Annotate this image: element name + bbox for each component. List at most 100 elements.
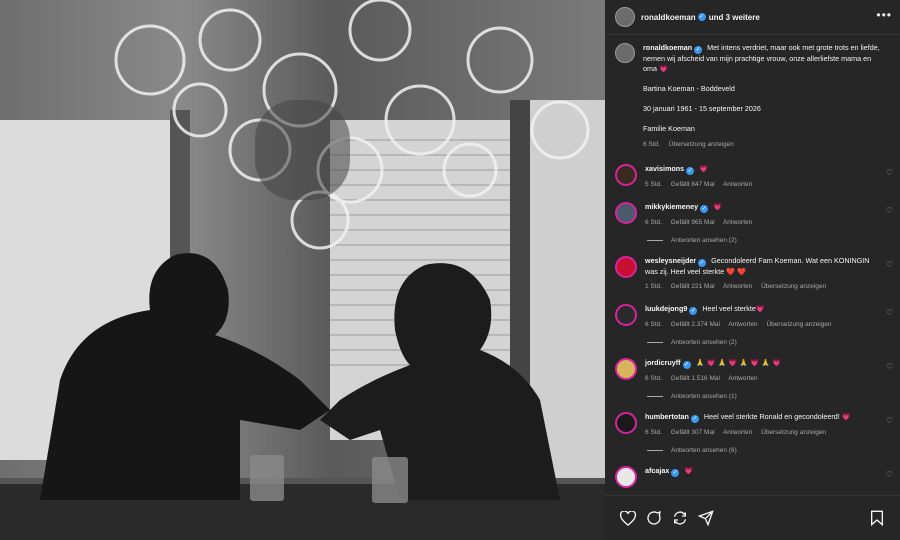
comment-likes[interactable]: Gefällt 847 Mal [671, 181, 715, 188]
comment-meta: 5 Std. Gefällt 847 Mal Antworten [645, 180, 875, 190]
comment-time: 1 Std. [645, 283, 662, 290]
verified-icon: ✓ [690, 415, 699, 423]
comment-likes[interactable]: Gefällt 221 Mal [671, 283, 715, 290]
comment-list: xavisimons ✓ 💗 5 Std. Gefällt 847 Mal Ant… [605, 164, 900, 488]
comment-text: 💗 [699, 164, 709, 173]
comment-time: 6 Std. [645, 375, 662, 382]
share-icon[interactable] [695, 507, 717, 529]
comment-item: wesleysneijder ✓ Gecondoleerd Fam Koeman.… [605, 256, 900, 292]
comment-translate-link[interactable]: Übersetzung anzeigen [761, 283, 826, 290]
like-comment-icon[interactable]: ♡ [886, 470, 893, 479]
caption-emoji: 💗 [658, 64, 668, 73]
commenter-username[interactable]: jordicruyff [645, 358, 681, 367]
view-replies-text[interactable]: Antworten ansehen (1) [671, 393, 737, 400]
commenter-username[interactable]: humbertotan [645, 412, 689, 421]
comment-meta: 6 Std. Gefällt 2.374 Mal Antworten Übers… [645, 320, 875, 330]
collab-text[interactable]: und 3 weitere [709, 13, 760, 22]
caption-time: 6 Std. [643, 141, 660, 148]
comment-icon[interactable] [643, 507, 665, 529]
view-replies-link[interactable]: Antworten ansehen (2) [647, 339, 900, 346]
caption-meta: 6 Std. Übersetzung anzeigen [643, 140, 883, 150]
commenter-username[interactable]: xavisimons [645, 164, 684, 173]
caption-family: Familie Koeman [643, 124, 695, 133]
comment-row: wesleysneijder ✓ Gecondoleerd Fam Koeman.… [605, 256, 900, 292]
commenter-avatar[interactable] [615, 304, 637, 326]
photo-illustration [0, 0, 605, 540]
comment-time: 6 Std. [645, 321, 662, 328]
caption-dates: 30 januari 1961 - 15 september 2026 [643, 104, 761, 113]
comment-text: 🙏 💗 🙏 💗 🙏 💗 🙏 💗 [695, 358, 782, 367]
like-comment-icon[interactable]: ♡ [886, 168, 893, 177]
caption-translate-link[interactable]: Übersetzung anzeigen [669, 141, 734, 148]
more-options-icon[interactable]: ••• [876, 8, 892, 22]
view-replies-text[interactable]: Antworten ansehen (6) [671, 447, 737, 454]
verified-icon: ✓ [694, 46, 703, 54]
comment-row: jordicruyff ✓ 🙏 💗 🙏 💗 🙏 💗 🙏 💗 6 Std. Gefä… [605, 358, 900, 384]
verified-icon: ✓ [698, 259, 707, 267]
like-comment-icon[interactable]: ♡ [886, 206, 893, 215]
comment-row: luukdejong9 ✓ Heel veel sterkte💗 6 Std. G… [605, 304, 900, 330]
view-replies-link[interactable]: Antworten ansehen (6) [647, 447, 900, 454]
comment-meta: 6 Std. Gefällt 1.516 Mal Antworten [645, 374, 875, 384]
comment-meta: 6 Std. Gefällt 965 Mal Antworten [645, 218, 875, 228]
comment-reply-button[interactable]: Antworten [723, 181, 752, 188]
caption-avatar[interactable] [615, 43, 635, 63]
comment-likes[interactable]: Gefällt 307 Mal [671, 429, 715, 436]
like-comment-icon[interactable]: ♡ [886, 362, 893, 371]
comment-item: humbertotan ✓ Heel veel sterkte Ronald en… [605, 412, 900, 454]
comment-likes[interactable]: Gefällt 2.374 Mal [671, 321, 720, 328]
commenter-username[interactable]: afcajax [645, 466, 669, 475]
comment-item: afcajax ✓ 💗 ♡ [605, 466, 900, 488]
like-comment-icon[interactable]: ♡ [886, 416, 893, 425]
commenter-avatar[interactable] [615, 358, 637, 380]
commenter-avatar[interactable] [615, 256, 637, 278]
view-replies-link[interactable]: Antworten ansehen (1) [647, 393, 900, 400]
caption-name-line: Bartina Koeman - Boddeveld [643, 84, 735, 93]
view-replies-link[interactable]: Antworten ansehen (2) [647, 237, 900, 244]
like-comment-icon[interactable]: ♡ [886, 260, 893, 269]
bookmark-icon[interactable] [866, 507, 888, 529]
verified-icon: ✓ [689, 307, 698, 315]
comment-reply-button[interactable]: Antworten [728, 375, 757, 382]
comment-item: mikkykiemeney ✓ 💗 6 Std. Gefällt 965 Mal … [605, 202, 900, 244]
comment-reply-button[interactable]: Antworten [723, 219, 752, 226]
comment-reply-button[interactable]: Antworten [723, 429, 752, 436]
commenter-username[interactable]: luukdejong9 [645, 304, 687, 313]
comments-panel: ronaldkoeman ✓ und 3 weitere ••• ronaldk… [605, 0, 900, 540]
commenter-avatar[interactable] [615, 466, 637, 488]
commenter-avatar[interactable] [615, 164, 637, 186]
comment-reply-button[interactable]: Antworten [723, 283, 752, 290]
post-photo[interactable] [0, 0, 605, 540]
caption-username[interactable]: ronaldkoeman [643, 43, 692, 52]
comments-scroll[interactable]: ronaldkoeman ✓ Met intens verdriet, maar … [605, 35, 900, 496]
comment-text: Heel veel sterkte💗 [702, 304, 765, 313]
comment-likes[interactable]: Gefällt 1.516 Mal [671, 375, 720, 382]
comment-likes[interactable]: Gefällt 965 Mal [671, 219, 715, 226]
comment-time: 5 Std. [645, 181, 662, 188]
view-replies-text[interactable]: Antworten ansehen (2) [671, 237, 737, 244]
comment-meta: 6 Std. Gefällt 307 Mal Antworten Überset… [645, 428, 875, 438]
comment-translate-link[interactable]: Übersetzung anzeigen [766, 321, 831, 328]
commenter-username[interactable]: wesleysneijder [645, 256, 696, 265]
commenter-username[interactable]: mikkykiemeney [645, 202, 698, 211]
heart-icon[interactable] [617, 507, 639, 529]
post-header: ronaldkoeman ✓ und 3 weitere ••• [605, 0, 900, 35]
comment-time: 6 Std. [645, 219, 662, 226]
comment-text: 💗 [713, 202, 723, 211]
commenter-avatar[interactable] [615, 412, 637, 434]
comment-row: xavisimons ✓ 💗 5 Std. Gefällt 847 Mal Ant… [605, 164, 900, 190]
like-comment-icon[interactable]: ♡ [886, 308, 893, 317]
author-avatar[interactable] [615, 7, 635, 27]
view-replies-text[interactable]: Antworten ansehen (2) [671, 339, 737, 346]
repost-icon[interactable] [669, 507, 691, 529]
author-username[interactable]: ronaldkoeman [641, 13, 696, 22]
action-bar [605, 495, 900, 540]
comment-reply-button[interactable]: Antworten [728, 321, 757, 328]
comment-translate-link[interactable]: Übersetzung anzeigen [761, 429, 826, 436]
comment-item: xavisimons ✓ 💗 5 Std. Gefällt 847 Mal Ant… [605, 164, 900, 190]
comment-item: jordicruyff ✓ 🙏 💗 🙏 💗 🙏 💗 🙏 💗 6 Std. Gefä… [605, 358, 900, 400]
verified-icon: ✓ [700, 205, 709, 213]
comment-row: afcajax ✓ 💗 ♡ [605, 466, 900, 488]
commenter-avatar[interactable] [615, 202, 637, 224]
comment-text: 💗 [684, 466, 694, 475]
